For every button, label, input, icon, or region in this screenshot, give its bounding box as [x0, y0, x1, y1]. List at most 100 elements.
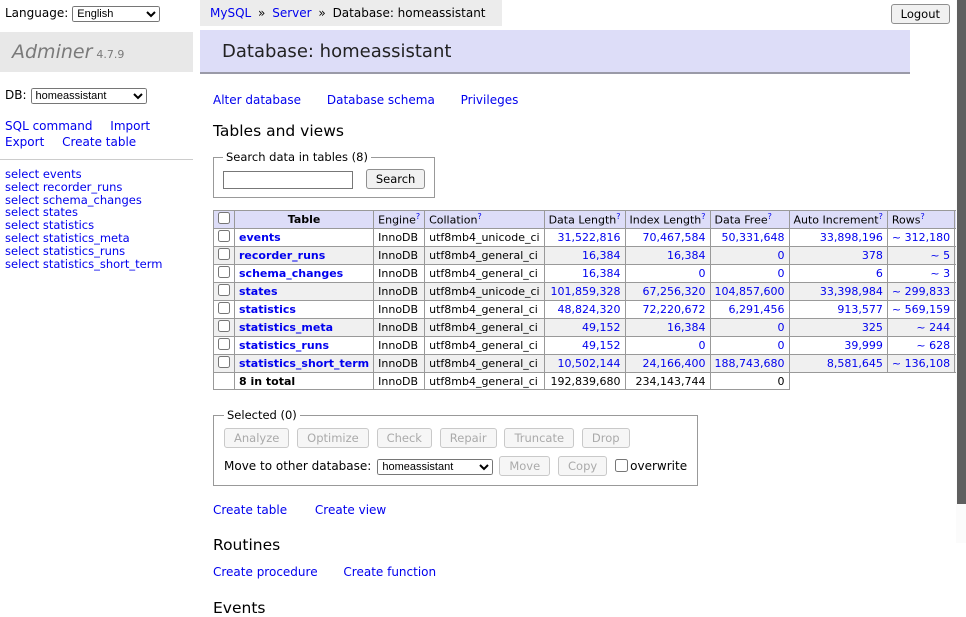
help-icon[interactable]: ? [477, 212, 481, 221]
row-checkbox[interactable] [218, 284, 230, 296]
privileges-link[interactable]: Privileges [461, 93, 519, 107]
create-function-link[interactable]: Create function [343, 565, 436, 579]
optimize-button[interactable]: Optimize [297, 428, 369, 448]
truncate-button[interactable]: Truncate [504, 428, 574, 448]
logout-button[interactable]: Logout [891, 4, 950, 24]
index-length-link[interactable]: 67,256,320 [643, 285, 706, 298]
data-length-link[interactable]: 16,384 [582, 249, 621, 262]
index-length-link[interactable]: 16,384 [667, 321, 706, 334]
table-name-link[interactable]: events [239, 231, 281, 244]
index-length-link[interactable]: 24,166,400 [643, 357, 706, 370]
table-name-link[interactable]: states [239, 285, 278, 298]
overwrite-checkbox[interactable] [615, 459, 628, 472]
table-name-link[interactable]: statistics_runs [239, 339, 329, 352]
help-icon[interactable]: ? [616, 212, 620, 221]
auto-increment-link[interactable]: 325 [862, 321, 883, 334]
move-database-select[interactable]: homeassistant [377, 459, 493, 475]
index-length-link[interactable]: 0 [699, 339, 706, 352]
search-input[interactable] [223, 171, 353, 189]
table-row: statistics_short_term InnoDB utf8mb4_gen… [214, 355, 966, 373]
search-button[interactable]: Search [366, 169, 426, 189]
breadcrumb-mysql-link[interactable]: MySQL [210, 6, 251, 20]
help-icon[interactable]: ? [920, 212, 924, 221]
check-button[interactable]: Check [377, 428, 432, 448]
data-length-link[interactable]: 48,824,320 [558, 303, 621, 316]
data-free-link[interactable]: 0 [778, 267, 785, 280]
table-name-link[interactable]: statistics [239, 303, 296, 316]
import-link[interactable]: Import [110, 119, 150, 133]
data-free-link[interactable]: 104,857,600 [715, 285, 785, 298]
index-length-link[interactable]: 0 [699, 267, 706, 280]
data-length-link[interactable]: 49,152 [582, 339, 621, 352]
rows-count-link[interactable]: ~ 569,159 [892, 303, 950, 316]
table-link-statistics-short-term[interactable]: statistics_short_term [43, 257, 163, 271]
create-table-link-sidebar[interactable]: Create table [62, 135, 136, 149]
analyze-button[interactable]: Analyze [224, 428, 289, 448]
repair-button[interactable]: Repair [440, 428, 497, 448]
auto-increment-link[interactable]: 8,581,645 [827, 357, 883, 370]
rows-count-link[interactable]: ~ 312,180 [892, 231, 950, 244]
collation-cell: utf8mb4_general_ci [425, 301, 544, 319]
index-length-link[interactable]: 72,220,672 [643, 303, 706, 316]
data-length-link[interactable]: 101,859,328 [551, 285, 621, 298]
table-name-link[interactable]: statistics_short_term [239, 357, 369, 370]
table-name-link[interactable]: statistics_meta [239, 321, 333, 334]
help-icon[interactable]: ? [416, 212, 420, 221]
auto-increment-link[interactable]: 39,999 [844, 339, 883, 352]
data-length-link[interactable]: 31,522,816 [558, 231, 621, 244]
alter-database-link[interactable]: Alter database [213, 93, 301, 107]
table-name-link[interactable]: schema_changes [239, 267, 343, 280]
auto-increment-link[interactable]: 6 [876, 267, 883, 280]
database-schema-link[interactable]: Database schema [327, 93, 435, 107]
move-button[interactable]: Move [499, 456, 550, 476]
data-length-link[interactable]: 49,152 [582, 321, 621, 334]
table-name-link[interactable]: recorder_runs [239, 249, 325, 262]
row-checkbox[interactable] [218, 302, 230, 314]
help-icon[interactable]: ? [768, 212, 772, 221]
create-view-link[interactable]: Create view [315, 503, 386, 517]
row-checkbox[interactable] [218, 338, 230, 350]
row-checkbox[interactable] [218, 320, 230, 332]
row-checkbox[interactable] [218, 356, 230, 368]
breadcrumb-server-link[interactable]: Server [272, 6, 311, 20]
index-length-link[interactable]: 16,384 [667, 249, 706, 262]
row-checkbox[interactable] [218, 230, 230, 242]
language-select[interactable]: English [72, 6, 160, 22]
copy-button[interactable]: Copy [558, 456, 607, 476]
drop-button[interactable]: Drop [582, 428, 630, 448]
create-table-link[interactable]: Create table [213, 503, 287, 517]
rows-count-link[interactable]: ~ 136,108 [892, 357, 950, 370]
data-free-link[interactable]: 50,331,648 [722, 231, 785, 244]
rows-count-link[interactable]: ~ 628 [916, 339, 950, 352]
db-select[interactable]: homeassistant [31, 88, 147, 104]
data-free-link[interactable]: 0 [778, 339, 785, 352]
data-length-link[interactable]: 16,384 [582, 267, 621, 280]
sidebar-nav: SQL command Import Export Create table [5, 118, 188, 150]
auto-increment-link[interactable]: 378 [862, 249, 883, 262]
row-checkbox[interactable] [218, 248, 230, 260]
scrollbar-thumb[interactable] [957, 0, 966, 504]
auto-increment-link[interactable]: 33,398,984 [820, 285, 883, 298]
data-free-link[interactable]: 6,291,456 [729, 303, 785, 316]
export-link[interactable]: Export [5, 135, 44, 149]
sql-command-link[interactable]: SQL command [5, 119, 92, 133]
rows-count-link[interactable]: ~ 3 [930, 267, 950, 280]
table-row: events InnoDB utf8mb4_unicode_ci 31,522,… [214, 229, 966, 247]
scrollbar-track[interactable] [956, 0, 966, 543]
data-free-link[interactable]: 188,743,680 [715, 357, 785, 370]
select-all-checkbox[interactable] [218, 212, 230, 224]
row-checkbox[interactable] [218, 266, 230, 278]
rows-count-link[interactable]: ~ 5 [930, 249, 950, 262]
data-free-link[interactable]: 0 [778, 321, 785, 334]
create-procedure-link[interactable]: Create procedure [213, 565, 318, 579]
rows-count-link[interactable]: ~ 299,833 [892, 285, 950, 298]
data-length-link[interactable]: 10,502,144 [558, 357, 621, 370]
select-link[interactable]: select [5, 257, 39, 271]
data-free-link[interactable]: 0 [778, 249, 785, 262]
auto-increment-link[interactable]: 913,577 [837, 303, 883, 316]
index-length-link[interactable]: 70,467,584 [643, 231, 706, 244]
auto-increment-link[interactable]: 33,898,196 [820, 231, 883, 244]
help-icon[interactable]: ? [701, 212, 705, 221]
help-icon[interactable]: ? [879, 212, 883, 221]
rows-count-link[interactable]: ~ 244 [916, 321, 950, 334]
